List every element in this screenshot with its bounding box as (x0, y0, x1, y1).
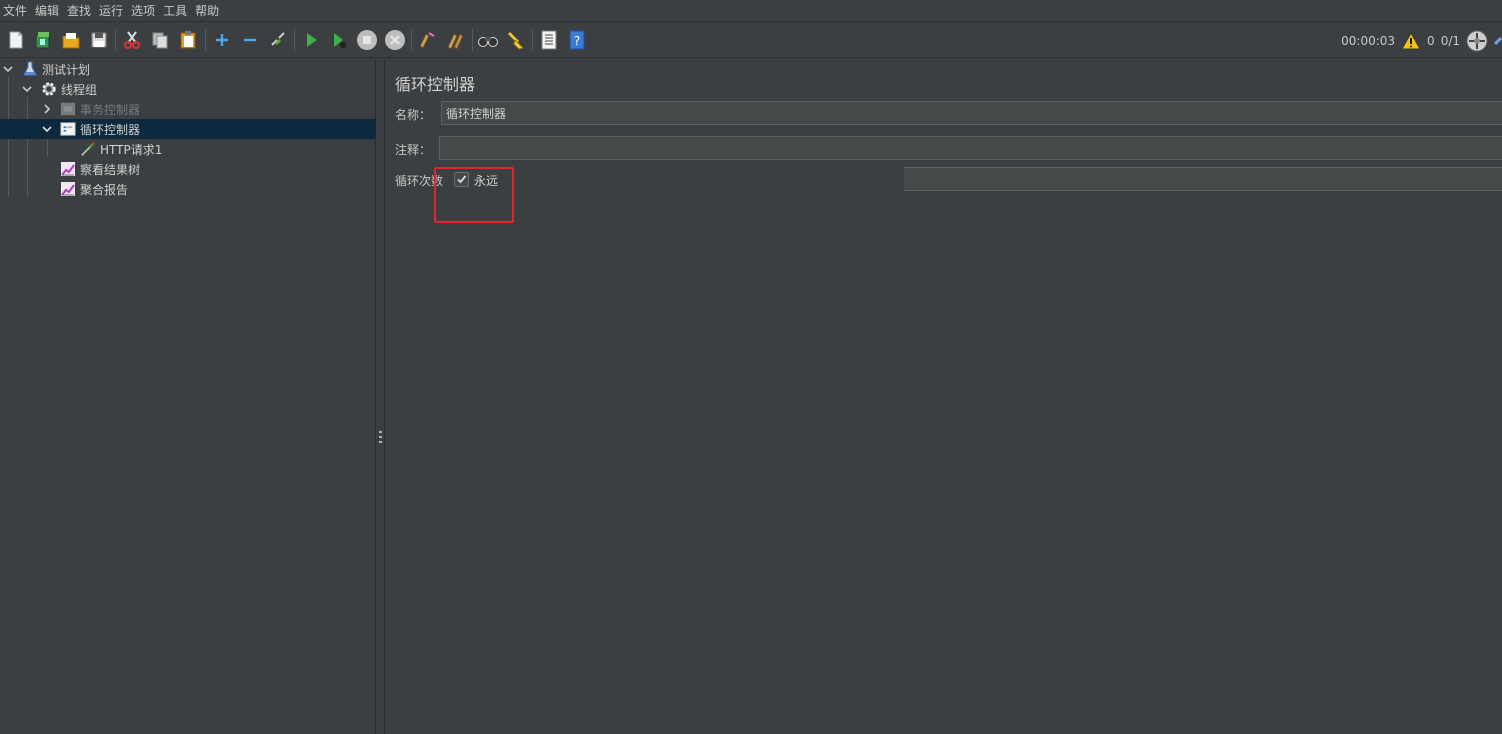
chevron-down-icon[interactable] (2, 63, 14, 75)
tree-node-test-plan[interactable]: 测试计划 (0, 59, 376, 79)
tree-node-label: 线程组 (61, 82, 98, 97)
http-sampler-icon (80, 141, 96, 157)
listener-icon (60, 161, 76, 177)
test-plan-icon (22, 61, 38, 77)
new-button[interactable] (4, 28, 28, 52)
shutdown-button[interactable] (383, 28, 407, 52)
tree-node-label: 聚合报告 (80, 182, 129, 197)
tree-node-http-request[interactable]: HTTP请求1 (0, 139, 376, 159)
paste-button[interactable] (176, 28, 200, 52)
paste-icon (180, 31, 196, 49)
reset-search-icon (507, 31, 524, 50)
transaction-controller-icon (60, 101, 76, 117)
tree-node-label: 测试计划 (42, 62, 91, 77)
cut-icon (124, 31, 140, 49)
tree-node-loop-controller[interactable]: 循环控制器 (0, 119, 376, 139)
search-button[interactable] (476, 28, 500, 52)
split-divider[interactable] (376, 59, 385, 734)
stop-icon (357, 30, 377, 50)
search-icon (478, 37, 498, 47)
shutdown-icon (385, 30, 405, 50)
copy-button[interactable] (148, 28, 172, 52)
name-label: 名称： (395, 108, 432, 122)
function-helper-icon (541, 30, 557, 50)
help-icon: ? (569, 30, 585, 50)
tree-node-view-results-tree[interactable]: 察看结果树 (0, 159, 376, 179)
warning-icon[interactable] (1401, 31, 1421, 50)
menu-run[interactable]: 运行 (96, 0, 126, 22)
annotation-highlight-box (434, 167, 514, 223)
help-button[interactable]: ? (565, 28, 589, 52)
clear-button[interactable] (415, 28, 439, 52)
tree-node-aggregate-report[interactable]: 聚合报告 (0, 179, 376, 199)
collapse-icon (244, 38, 256, 42)
toggle-icon (271, 32, 285, 46)
chevron-down-icon[interactable] (41, 123, 53, 135)
stop-button[interactable] (355, 28, 379, 52)
chevron-right-icon[interactable] (41, 103, 53, 115)
start-button[interactable] (299, 28, 323, 52)
status-area: 00:00:03 0 0/1 (1341, 23, 1502, 58)
tree-node-thread-group[interactable]: 线程组 (0, 79, 376, 99)
tree-node-label: 事务控制器 (80, 102, 141, 117)
menu-search[interactable]: 查找 (64, 0, 94, 22)
comment-input[interactable] (439, 136, 1502, 160)
clear-all-icon (447, 33, 464, 50)
start-no-pause-button[interactable] (327, 28, 351, 52)
loop-count-input[interactable] (904, 167, 1502, 191)
tree-node-label: 察看结果树 (80, 162, 141, 177)
warning-count: 0 (1427, 33, 1435, 48)
loop-controller-icon (60, 121, 76, 137)
menu-file[interactable]: 文件 (0, 0, 30, 22)
start-no-pause-icon (334, 33, 347, 49)
save-icon (91, 32, 107, 48)
templates-icon (35, 32, 50, 49)
menu-edit[interactable]: 编辑 (32, 0, 62, 22)
toolbar: ? 00:00:03 0 0/1 (0, 23, 1502, 58)
name-input[interactable]: 循环控制器 (441, 101, 1502, 125)
templates-button[interactable] (31, 28, 55, 52)
open-icon (62, 33, 80, 49)
log-viewer-icon[interactable] (1494, 30, 1502, 52)
drag-handle-icon[interactable] (379, 431, 382, 445)
comment-label: 注释： (395, 143, 432, 157)
save-button[interactable] (87, 28, 111, 52)
listener-icon (60, 181, 76, 197)
open-button[interactable] (59, 28, 83, 52)
elapsed-time: 00:00:03 (1341, 33, 1396, 48)
menu-options[interactable]: 选项 (128, 0, 158, 22)
gear-icon (41, 81, 57, 97)
test-plan-tree: 测试计划 线程组 事务控制器 循环控制器 HTTP请求1 察看结果树 聚合报告 (0, 59, 376, 734)
function-helper-button[interactable] (537, 28, 561, 52)
reset-search-button[interactable] (504, 28, 528, 52)
menu-tools[interactable]: 工具 (160, 0, 190, 22)
menu-bar: 文件 编辑 查找 运行 选项 工具 帮助 (0, 0, 1502, 22)
cut-button[interactable] (120, 28, 144, 52)
tree-node-label: HTTP请求1 (100, 142, 163, 157)
copy-icon (152, 32, 168, 49)
collapse-all-button[interactable] (238, 28, 262, 52)
expand-all-button[interactable] (210, 28, 234, 52)
svg-text:?: ? (574, 34, 580, 48)
start-icon (307, 33, 317, 47)
chevron-down-icon[interactable] (21, 83, 33, 95)
clear-icon (419, 32, 435, 49)
menu-help[interactable]: 帮助 (192, 0, 222, 22)
loop-controller-panel: 循环控制器 名称： 循环控制器 注释： 循环次数 永远 (386, 59, 1502, 734)
tree-node-label: 循环控制器 (80, 122, 141, 137)
new-icon (9, 31, 23, 49)
toggle-button[interactable] (266, 28, 290, 52)
clear-all-button[interactable] (444, 28, 468, 52)
panel-title: 循环控制器 (395, 75, 476, 94)
tree-node-transaction-controller[interactable]: 事务控制器 (0, 99, 376, 119)
remote-status-icon[interactable] (1466, 30, 1488, 52)
expand-icon (216, 34, 228, 46)
thread-ratio: 0/1 (1440, 33, 1460, 48)
